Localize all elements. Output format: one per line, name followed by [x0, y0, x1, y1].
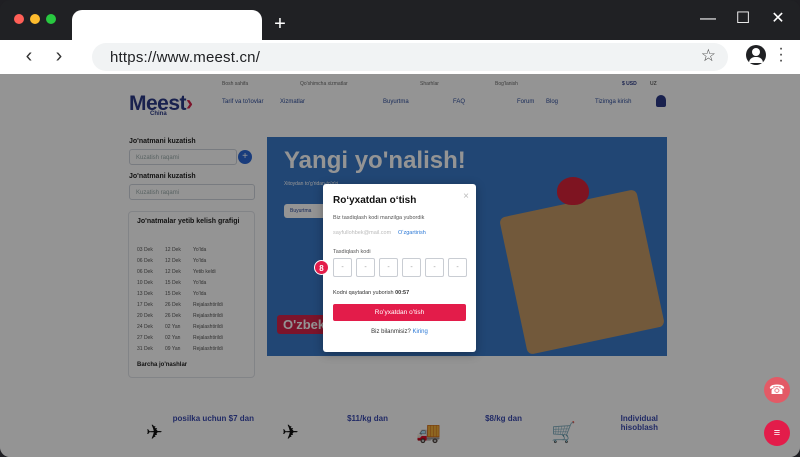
resend-text: Kodni qaytadan yuborish	[333, 290, 394, 296]
minimize-window-dot[interactable]	[30, 14, 40, 24]
web-page: Bosh sahifa Qo'shimcha xizmatlar Sharhla…	[0, 74, 800, 457]
close-icon[interactable]: ✕	[768, 9, 788, 29]
code-digit-6[interactable]: -	[448, 258, 467, 277]
maximize-icon[interactable]: ☐	[733, 9, 753, 29]
zoom-window-dot[interactable]	[46, 14, 56, 24]
code-digit-1[interactable]: -	[333, 258, 352, 277]
new-tab-button[interactable]: +	[270, 10, 290, 38]
already-member: Biz bilanmisiz? Kiring	[323, 329, 476, 335]
login-link[interactable]: Kiring	[413, 329, 428, 335]
menu-kebab-icon[interactable]: · · ·	[776, 41, 786, 69]
browser-toolbar: ‹ › https://www.meest.cn/ ☆	[0, 40, 800, 74]
active-tab[interactable]	[72, 10, 262, 42]
register-submit-button[interactable]: Roʻyxatdan oʻtish	[333, 304, 466, 321]
change-email-link[interactable]: Oʻzgartirish	[398, 230, 426, 236]
phone-call-button[interactable]: ☎	[764, 377, 790, 403]
code-digit-3[interactable]: -	[379, 258, 398, 277]
tab-bar: + — ☐ ✕	[0, 0, 800, 42]
resend-code: Kodni qaytadan yuborish 00:57	[333, 290, 409, 296]
browser-window: + — ☐ ✕ ‹ › https://www.meest.cn/ ☆ · · · …	[0, 0, 800, 457]
bookmark-star-icon[interactable]: ☆	[701, 46, 716, 66]
address-bar[interactable]: https://www.meest.cn/ ☆	[92, 43, 728, 71]
code-digit-2[interactable]: -	[356, 258, 375, 277]
registration-modal: Roʻyxatdan oʻtish × Biz tasdiqlash kodi …	[323, 184, 476, 352]
url-text[interactable]: https://www.meest.cn/	[110, 49, 260, 66]
back-icon[interactable]: ‹	[19, 46, 39, 66]
code-sent-info: Biz tasdiqlash kodi manzilga yubordik	[333, 215, 425, 221]
forward-icon[interactable]: ›	[49, 46, 69, 66]
profile-avatar-icon[interactable]	[746, 45, 766, 65]
resend-timer: 00:57	[395, 290, 410, 296]
step-number-badge: 8	[314, 260, 329, 275]
minimize-icon[interactable]: —	[698, 9, 718, 29]
code-digit-5[interactable]: -	[425, 258, 444, 277]
code-label: Tasdiqlash kodi	[333, 249, 371, 255]
modal-title: Roʻyxatdan oʻtish	[333, 195, 417, 206]
email-address: sayfullohbek@mail.com	[333, 230, 392, 236]
close-window-dot[interactable]	[14, 14, 24, 24]
chat-widget-button[interactable]: ≡	[764, 420, 790, 446]
modal-close-icon[interactable]: ×	[463, 191, 469, 202]
already-member-text: Biz bilanmisiz?	[371, 329, 411, 335]
code-digit-4[interactable]: -	[402, 258, 421, 277]
